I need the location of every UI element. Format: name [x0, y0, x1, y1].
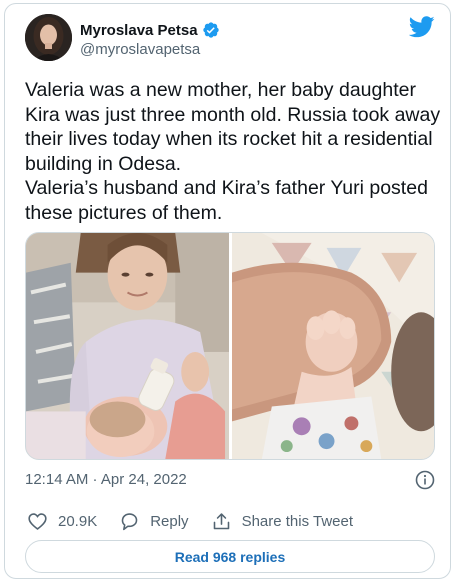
photo-baby-hand[interactable] — [231, 233, 434, 459]
like-button[interactable]: 20.9K — [27, 511, 97, 532]
tweet-actions: 20.9K Reply Share this Tweet — [27, 510, 375, 532]
twitter-bird-icon[interactable] — [409, 16, 435, 38]
tweet-media — [25, 232, 435, 460]
tweet-meta: 12:14 AM · Apr 24, 2022 — [25, 470, 435, 490]
share-button[interactable]: Share this Tweet — [211, 511, 353, 532]
info-icon[interactable] — [415, 470, 435, 490]
photo-mother-baby[interactable] — [26, 233, 229, 459]
like-count: 20.9K — [58, 512, 98, 530]
author-handle[interactable]: @myroslavapetsa — [80, 41, 220, 58]
photo-baby-hand-image — [231, 233, 434, 459]
verified-badge-icon — [202, 22, 219, 38]
author-display-name[interactable]: Myroslava Petsa — [80, 22, 198, 39]
heart-icon — [28, 512, 47, 530]
tweet-timestamp[interactable]: 12:14 AM · Apr 24, 2022 — [25, 471, 187, 488]
reply-icon — [121, 512, 138, 530]
author-block: Myroslava Petsa @myroslavapetsa — [80, 20, 220, 58]
reply-label: Reply — [150, 512, 189, 530]
avatar[interactable] — [25, 14, 72, 61]
photo-mother-baby-image — [26, 233, 229, 459]
share-icon — [213, 512, 229, 529]
read-replies-button[interactable]: Read 968 replies — [25, 540, 435, 573]
tweet-header: Myroslava Petsa @myroslavapetsa — [25, 14, 435, 62]
share-label: Share this Tweet — [241, 512, 354, 530]
tweet-card: Myroslava Petsa @myroslavapetsa Valeria … — [4, 3, 451, 579]
tweet-text: Valeria was a new mother, her baby daugh… — [25, 79, 441, 224]
reply-button[interactable]: Reply — [119, 511, 189, 532]
